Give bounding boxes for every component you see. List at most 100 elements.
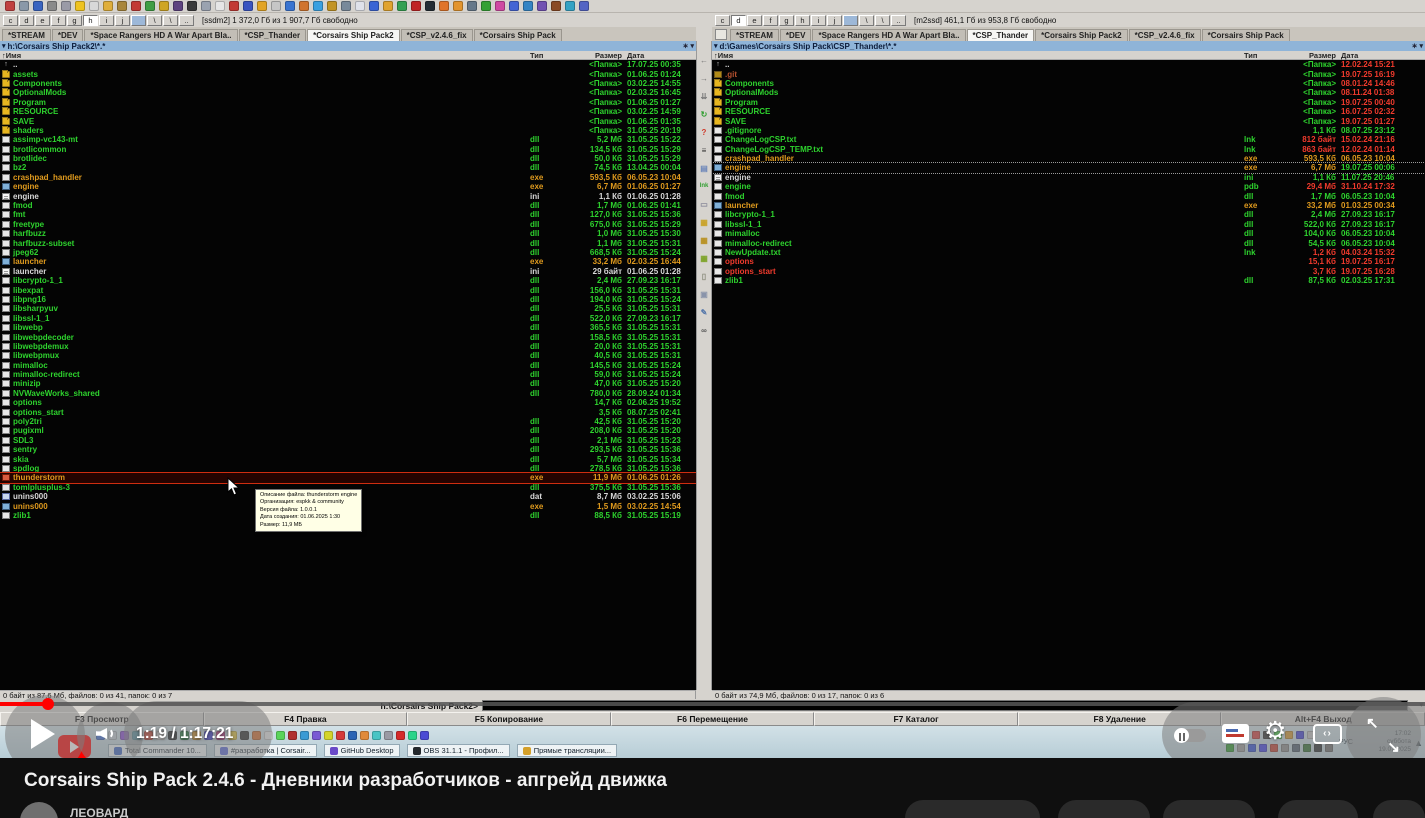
taskbar-app-icon[interactable] xyxy=(360,731,369,740)
cubes-orange-icon[interactable] xyxy=(383,1,393,11)
table-row[interactable]: libssl-1_1 dll 522,0 Кб 27.09.23 16:17 xyxy=(712,220,1425,229)
taskbar-app-icon[interactable] xyxy=(348,731,357,740)
drive-button-g[interactable]: g xyxy=(67,14,82,26)
path-history-buttons[interactable]: ∗ ▾ xyxy=(1412,42,1423,50)
table-row[interactable]: ChangeLogCSP_TEMP.txt lnk 863 байт 12.02.24… xyxy=(712,145,1425,154)
edit-search-icon[interactable]: ✎ xyxy=(698,307,711,318)
table-row[interactable]: libcrypto-1_1 dll 2,4 Мб 27.09.23 16:17 xyxy=(0,276,696,285)
drive-button-special[interactable]: \ xyxy=(147,14,162,26)
table-row[interactable]: launcher ini 29 байт 01.06.25 01:28 xyxy=(0,267,696,276)
action-button[interactable] xyxy=(1278,800,1358,818)
grid-yellow-icon[interactable] xyxy=(159,1,169,11)
menu-lines-icon[interactable]: ≡ xyxy=(698,145,711,156)
table-row[interactable]: ↑.. <Папка> 17.07.25 00:35 xyxy=(0,60,696,69)
drive-button-h[interactable]: h xyxy=(83,14,98,26)
drive-button-f[interactable]: f xyxy=(763,14,778,26)
table-row[interactable]: OptionalMods <Папка> 08.11.24 01:38 xyxy=(712,88,1425,97)
table-row[interactable]: shaders <Папка> 31.05.25 20:19 xyxy=(0,125,696,135)
table-row[interactable]: libwebp dll 365,5 Кб 31.05.25 15:31 xyxy=(0,323,696,332)
fkey-f5[interactable]: F5 Копирование xyxy=(407,712,611,726)
column-header-size[interactable]: Размер xyxy=(1278,51,1336,60)
copy-icon[interactable]: ▣ xyxy=(698,289,711,300)
globe-green-icon[interactable] xyxy=(397,1,407,11)
table-row[interactable]: Components <Папка> 03.02.25 14:55 xyxy=(0,78,696,88)
fkey-f6[interactable]: F6 Перемещение xyxy=(610,712,815,726)
drive-button-f[interactable]: f xyxy=(51,14,66,26)
table-row[interactable]: fmt dll 127,0 Кб 31.05.25 15:36 xyxy=(0,210,696,219)
table-row[interactable]: Program <Папка> 01.06.25 01:27 xyxy=(0,97,696,107)
puzzle-purple-icon[interactable] xyxy=(537,1,547,11)
table-row[interactable]: NVWaveWorks_shared dll 780,0 Кб 28.09.24 01… xyxy=(0,389,696,398)
nav-down-icon[interactable]: ⇊ xyxy=(698,91,711,102)
cut-icon[interactable] xyxy=(19,1,29,11)
nav-back-icon[interactable]: ← xyxy=(698,55,711,66)
table-row[interactable]: libpng16 dll 194,0 Кб 31.05.25 15:24 xyxy=(0,295,696,304)
progress-scrubber[interactable] xyxy=(42,698,54,710)
favorites-star-icon[interactable] xyxy=(75,1,85,11)
table-row[interactable]: harfbuzz-subset dll 1,1 Мб 31.05.25 15:31 xyxy=(0,238,696,248)
tab-1[interactable]: *STREAM xyxy=(730,29,779,41)
table-row[interactable]: mimalloc dll 104,0 Кб 06.05.23 10:04 xyxy=(712,229,1425,238)
drive-button-c[interactable]: c xyxy=(715,14,730,26)
column-header-date[interactable]: Дата xyxy=(1336,51,1410,60)
eye-cyan-icon[interactable] xyxy=(565,1,575,11)
tab-7[interactable]: *Corsairs Ship Pack xyxy=(473,29,562,41)
drive-button-i[interactable]: i xyxy=(99,14,114,26)
drive-button-special[interactable]: \ xyxy=(875,14,890,26)
table-row[interactable]: SAVE <Папка> 19.07.25 01:27 xyxy=(712,116,1425,126)
slash-icon[interactable] xyxy=(271,1,281,11)
ball-dark-icon[interactable] xyxy=(425,1,435,11)
drive-button-e[interactable]: e xyxy=(747,14,762,26)
table-row[interactable]: thunderstorm exe 11,9 Мб 01.06.25 01:26 xyxy=(0,472,696,484)
new-doc-icon[interactable] xyxy=(89,1,99,11)
chip-blue-icon[interactable] xyxy=(579,1,589,11)
taskbar-window-button[interactable]: OBS 31.1.1 - Профил... xyxy=(406,744,510,757)
tab-6[interactable]: *CSP_v2.4.6_fix xyxy=(1128,29,1201,41)
gears-gray-icon[interactable] xyxy=(467,1,477,11)
link-blue-icon[interactable] xyxy=(313,1,323,11)
tab-2[interactable]: *DEV xyxy=(51,29,84,41)
action-button[interactable] xyxy=(905,800,1040,818)
disc-icon[interactable] xyxy=(285,1,295,11)
table-green-icon[interactable] xyxy=(145,1,155,11)
right-file-list[interactable]: ↑.. <Папка> 12.02.24 15:21 .git <Папка> 19.07… xyxy=(712,60,1425,690)
taskbar-app-icon[interactable] xyxy=(312,731,321,740)
binoculars-icon[interactable]: ∞ xyxy=(698,325,711,336)
refresh-red-icon[interactable] xyxy=(5,1,15,11)
table-row[interactable]: minizip dll 47,0 Кб 31.05.25 15:20 xyxy=(0,379,696,388)
bag-yellow-icon[interactable] xyxy=(327,1,337,11)
drive-button-i[interactable]: i xyxy=(811,14,826,26)
tab-4[interactable]: *CSP_Thander xyxy=(966,29,1035,41)
table-row[interactable]: brotlicommon dll 134,5 Кб 31.05.25 15:29 xyxy=(0,145,696,154)
printer-icon[interactable]: ▭ xyxy=(698,199,711,210)
doc-search-icon[interactable] xyxy=(215,1,225,11)
shield-red-icon[interactable] xyxy=(411,1,421,11)
drive-button-j[interactable]: j xyxy=(115,14,130,26)
table-row[interactable]: SAVE <Папка> 01.06.25 01:35 xyxy=(0,116,696,126)
settings-gear-icon[interactable]: ⚙ xyxy=(1264,716,1286,746)
pen-orange-icon[interactable] xyxy=(299,1,309,11)
taskbar-window-button[interactable]: Прямые трансляции... xyxy=(516,744,618,757)
table-row[interactable]: jpeg62 dll 668,5 Кб 31.05.25 15:24 xyxy=(0,248,696,257)
gear-icon[interactable] xyxy=(47,1,57,11)
channel-avatar[interactable] xyxy=(20,802,58,818)
progress-track[interactable] xyxy=(0,702,1425,706)
table-row[interactable]: .gitignore 1,1 Кб 08.07.25 23:12 xyxy=(712,126,1425,135)
table-row[interactable]: skia dll 5,7 Мб 31.05.25 15:34 xyxy=(0,454,696,464)
table-row[interactable]: bz2 dll 74,5 Кб 13.04.25 00:04 xyxy=(0,163,696,172)
hand-blue-icon[interactable] xyxy=(369,1,379,11)
table-row[interactable]: engine ini 1,1 Кб 01.06.25 01:28 xyxy=(0,191,696,201)
tab-3[interactable]: *Space Rangers HD A War Apart Bla.. xyxy=(812,29,966,41)
globe-icon[interactable] xyxy=(33,1,43,11)
drive-button-d[interactable]: d xyxy=(19,14,34,26)
table-row[interactable]: brotlidec dll 50,0 Кб 31.05.25 15:29 xyxy=(0,154,696,163)
taskbar-app-icon[interactable] xyxy=(384,731,393,740)
table-row[interactable]: libsharpyuv dll 25,5 Кб 31.05.25 15:31 xyxy=(0,304,696,313)
eco-green-icon[interactable] xyxy=(481,1,491,11)
taskbar-app-icon[interactable] xyxy=(336,731,345,740)
drive-button-special[interactable]: .. xyxy=(179,14,194,26)
clipboard-icon[interactable]: ▯ xyxy=(698,271,711,282)
lock-icon[interactable] xyxy=(117,1,127,11)
mark-red-icon[interactable] xyxy=(229,1,239,11)
column-header-name[interactable]: ↑Имя xyxy=(0,51,530,60)
